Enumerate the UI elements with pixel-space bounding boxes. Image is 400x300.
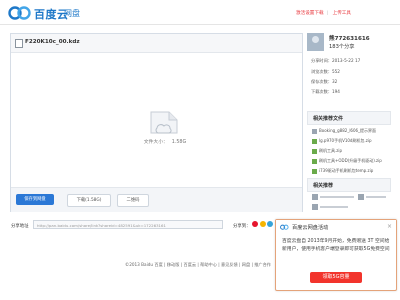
list-item[interactable]: lg.p970手机V10d刷机包.zip	[312, 138, 371, 144]
header-divider	[0, 24, 400, 25]
promo-popup: 百度云网盘活动 × 百度云盘自 2013年9月开始，免费赠送 3T 空间给新用户…	[275, 219, 397, 291]
baidu-cloud-logo-icon	[280, 224, 289, 230]
list-item-label: i739驱动手机刷机包temp.zip	[319, 168, 374, 173]
baidu-cloud-logo-icon[interactable]	[8, 5, 32, 20]
list-item-label: 刷机工具.zip	[319, 148, 343, 153]
zip-file-icon	[312, 138, 317, 144]
download-count: 下载次数：194	[311, 89, 340, 94]
file-size-label: 文件大小：	[143, 140, 168, 145]
more-recommend-thumbnails	[312, 194, 386, 210]
file-icon	[312, 128, 317, 134]
action-bar: 保存到网盘 下载(1.58G) 二维码	[11, 187, 302, 212]
top-nav: 激活设置下载 | 上传工具	[296, 11, 351, 16]
logo-subtitle[interactable]: 网盘	[64, 8, 80, 19]
avatar[interactable]	[307, 33, 324, 51]
file-panel: F220K10c_00.kdz 文件大小： 1.58G 保存到网盘 下载(1.58…	[10, 33, 303, 212]
qr-code-button[interactable]: 二维码	[117, 194, 149, 207]
save-count: 保存次数：32	[311, 79, 338, 84]
list-item[interactable]: Booking_g882_l606_提示界面	[312, 128, 376, 134]
popup-body: 百度云盘自 2013年9月开始，免费赠送 3T 空间给新用户，使用手机客户端登录…	[282, 239, 390, 252]
user-name[interactable]: 熊772631616	[329, 34, 370, 42]
zip-file-icon	[312, 168, 317, 174]
list-item[interactable]: 刷机工具+ODD(升级手机驱动).zip	[312, 158, 382, 164]
top-nav-link-upload-tool[interactable]: 上传工具	[333, 11, 351, 16]
user-share-count[interactable]: 183个分享	[329, 43, 354, 50]
file-title-bar: F220K10c_00.kdz	[11, 34, 302, 53]
tencent-weibo-icon[interactable]	[267, 221, 273, 227]
view-count: 浏览次数：552	[311, 69, 340, 74]
popup-title: 百度云网盘活动	[292, 225, 329, 231]
zip-file-icon	[312, 148, 317, 154]
qzone-icon[interactable]	[259, 221, 266, 227]
list-item-label: lg.p970手机V10d刷机包.zip	[319, 138, 372, 143]
save-to-pan-button[interactable]: 保存到网盘	[16, 194, 54, 205]
top-nav-link-activate[interactable]: 激活设置下载	[296, 11, 324, 16]
list-item[interactable]: i739驱动手机刷机包temp.zip	[312, 168, 373, 174]
share-to-label: 分享到：	[233, 224, 251, 229]
list-item-label: Booking_g882_l606_提示界面	[319, 128, 377, 133]
download-button[interactable]: 下载(1.58G)	[67, 194, 111, 207]
file-icon	[15, 39, 23, 48]
list-item-label: 刷机工具+ODD(升级手机驱动).zip	[319, 158, 382, 163]
close-icon[interactable]: ×	[387, 223, 392, 230]
list-item[interactable]: 刷机工具.zip	[312, 148, 342, 154]
footer: ©2013 Baidu 百度 | 移动版 | 百度云 | 帮助中心 | 意见反馈…	[125, 262, 271, 267]
file-size: 文件大小： 1.58G	[133, 138, 193, 145]
share-time: 分享时间：2013-5-22 17	[311, 58, 361, 63]
zip-file-icon	[312, 158, 317, 164]
weibo-icon[interactable]	[252, 221, 258, 227]
recommend-title: 相关推荐文件	[313, 116, 344, 122]
more-title: 相关推荐	[313, 183, 334, 189]
claim-storage-button[interactable]: 领取5G容量	[310, 272, 362, 283]
file-name: F220K10c_00.kdz	[25, 39, 80, 45]
share-address-input[interactable]: http://pan.baidu.com/share/link?shareid=…	[33, 220, 223, 229]
popup-header: 百度云网盘活动 ×	[276, 220, 396, 234]
file-size-value: 1.58G	[171, 140, 187, 145]
share-address-label: 分享地址	[11, 224, 29, 229]
